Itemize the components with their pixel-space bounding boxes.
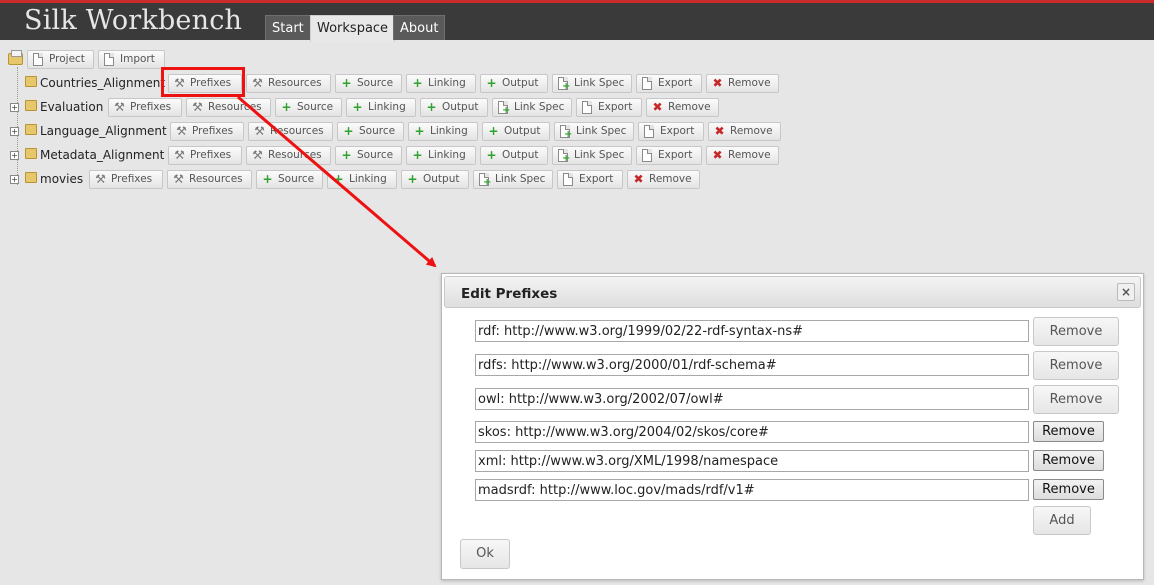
prefix-field-owl[interactable]: [475, 388, 1029, 410]
remove-prefix-owl-button[interactable]: Remove: [1033, 385, 1119, 414]
dialog-title: Edit Prefixes: [461, 286, 558, 302]
arrow-line: [237, 95, 437, 268]
ok-button[interactable]: Ok: [460, 539, 510, 569]
remove-prefix-skos-button[interactable]: Remove: [1033, 421, 1104, 442]
prefix-field-rdfs[interactable]: [475, 354, 1029, 376]
dialog-header: Edit Prefixes ×: [444, 276, 1141, 308]
edit-prefixes-dialog: Edit Prefixes × Remove Remove Remove Rem…: [441, 273, 1144, 580]
remove-prefix-rdfs-button[interactable]: Remove: [1033, 351, 1119, 380]
close-icon[interactable]: ×: [1117, 283, 1135, 301]
prefix-field-rdf[interactable]: [475, 320, 1029, 342]
add-prefix-button[interactable]: Add: [1033, 506, 1091, 535]
remove-prefix-madsrdf-button[interactable]: Remove: [1033, 479, 1104, 500]
prefix-field-skos[interactable]: [475, 421, 1029, 443]
remove-prefix-rdf-button[interactable]: Remove: [1033, 317, 1119, 346]
prefix-field-xml[interactable]: [475, 450, 1029, 472]
prefix-field-madsrdf[interactable]: [475, 479, 1029, 501]
remove-prefix-xml-button[interactable]: Remove: [1033, 450, 1104, 471]
